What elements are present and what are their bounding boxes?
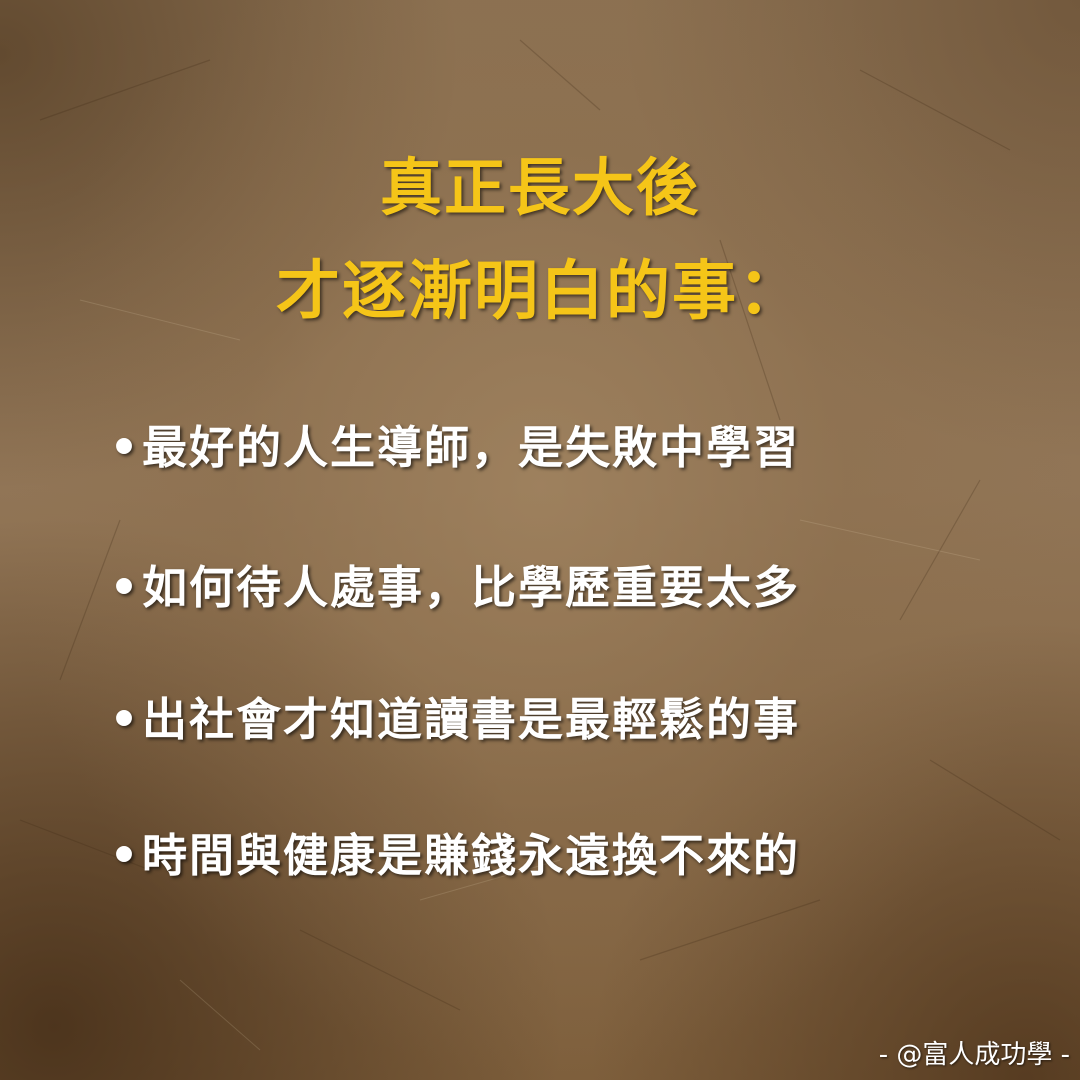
list-item: •如何待人處事，比學歷重要太多 bbox=[108, 558, 800, 618]
bullet-dot-icon: • bbox=[109, 693, 141, 746]
list-item: •時間與健康是賺錢永遠換不來的 bbox=[108, 826, 800, 886]
list-item: •出社會才知道讀書是最輕鬆的事 bbox=[108, 690, 800, 750]
title-line-1: 真正長大後 bbox=[379, 151, 700, 224]
list-item-text: 如何待人處事，比學歷重要太多 bbox=[142, 561, 801, 614]
bullet-dot-icon: • bbox=[109, 421, 141, 474]
watermark: - @富人成功學 - bbox=[878, 1040, 1070, 1070]
list-item-text: 時間與健康是賺錢永遠換不來的 bbox=[142, 829, 801, 882]
list-item-text: 出社會才知道讀書是最輕鬆的事 bbox=[142, 693, 801, 746]
list-item: •最好的人生導師，是失敗中學習 bbox=[108, 418, 800, 478]
bullet-dot-icon: • bbox=[109, 829, 141, 882]
title-line-2: 才逐漸明白的事： bbox=[276, 255, 804, 329]
list-item-text: 最好的人生導師，是失敗中學習 bbox=[142, 421, 801, 474]
bullet-dot-icon: • bbox=[109, 561, 141, 614]
